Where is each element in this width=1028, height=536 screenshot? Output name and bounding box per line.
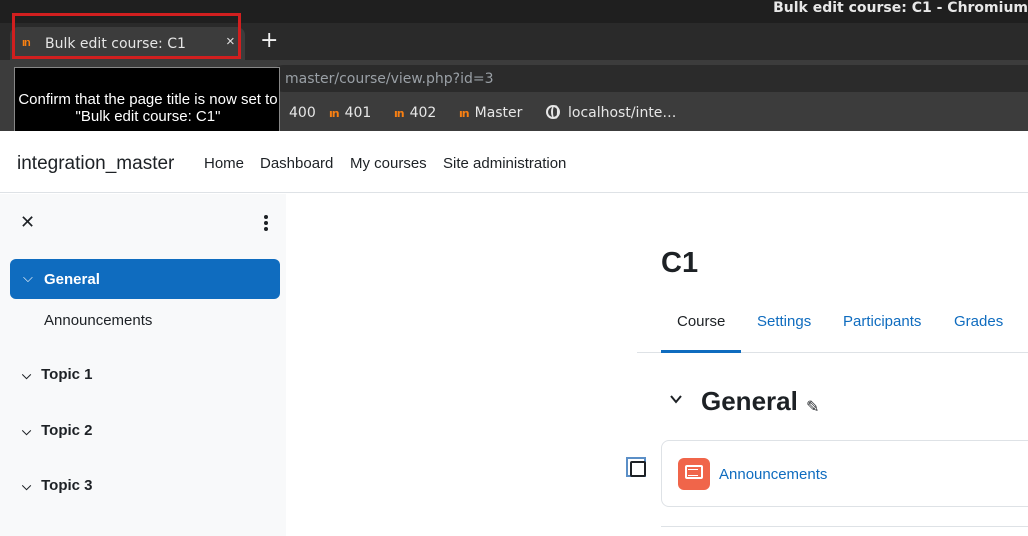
address-url[interactable]: master/course/view.php?id=3 — [285, 71, 494, 87]
kebab-menu-icon[interactable] — [264, 215, 268, 233]
globe-icon — [546, 105, 560, 119]
drawer-section-topic-2[interactable]: ⌵ Topic 2 — [22, 422, 93, 439]
nav-home[interactable]: Home — [204, 155, 244, 172]
bookmark-401[interactable]: ın 401 — [329, 105, 371, 121]
course-tabs: Course Settings Participants Grades — [637, 300, 1028, 353]
tooltip-text: Confirm that the page title is now set t… — [18, 91, 278, 125]
moodle-icon: ın — [329, 107, 340, 120]
bookmark-400[interactable]: 400 — [289, 105, 316, 121]
section-title: General — [701, 386, 798, 416]
activity-link[interactable]: Announcements — [719, 466, 827, 483]
activity-card: Announcements — [661, 440, 1028, 507]
drawer-section-label: General — [44, 271, 100, 288]
new-tab-button[interactable]: + — [260, 28, 278, 53]
tab-settings[interactable]: Settings — [757, 313, 811, 330]
chevron-down-icon: ⌵ — [22, 368, 32, 382]
bulk-select-checkbox[interactable] — [626, 457, 646, 477]
forum-icon — [678, 458, 710, 490]
nav-my-courses[interactable]: My courses — [350, 155, 427, 172]
active-tab-indicator — [661, 350, 741, 353]
chevron-down-icon[interactable] — [670, 393, 682, 405]
chevron-down-icon: ⌵ — [23, 270, 33, 285]
tab-highlight-box — [12, 13, 241, 59]
course-index-drawer: ✕ ⌵ General Announcements ⌵ Topic 1 ⌵ Topi… — [0, 194, 286, 536]
drawer-item-announcements[interactable]: Announcements — [44, 312, 152, 329]
chevron-down-icon: ⌵ — [22, 479, 32, 493]
window-title: Bulk edit course: C1 - Chromium — [773, 0, 1028, 16]
nav-site-administration[interactable]: Site administration — [443, 155, 566, 172]
nav-dashboard[interactable]: Dashboard — [260, 155, 333, 172]
tab-grades[interactable]: Grades — [954, 313, 1003, 330]
page-title: C1 — [661, 247, 699, 279]
drawer-section-topic-1[interactable]: ⌵ Topic 1 — [22, 366, 93, 383]
drawer-section-general[interactable]: ⌵ General — [10, 259, 280, 299]
moodle-icon: ın — [394, 107, 405, 120]
bookmark-402[interactable]: ın 402 — [394, 105, 436, 121]
tab-participants[interactable]: Participants — [843, 313, 921, 330]
bookmark-localhost[interactable]: localhost/inte… — [546, 105, 676, 121]
moodle-icon: ın — [459, 107, 470, 120]
divider — [661, 526, 1028, 527]
chevron-down-icon: ⌵ — [22, 424, 32, 438]
site-name[interactable]: integration_master — [17, 153, 174, 175]
edit-pencil-icon[interactable]: ✎ — [806, 397, 819, 417]
drawer-section-topic-3[interactable]: ⌵ Topic 3 — [22, 477, 93, 494]
tab-course[interactable]: Course — [677, 313, 725, 330]
bookmark-master[interactable]: ın Master — [459, 105, 522, 121]
close-drawer-icon[interactable]: ✕ — [20, 212, 35, 233]
site-navbar: integration_master Home Dashboard My cou… — [0, 131, 1028, 193]
